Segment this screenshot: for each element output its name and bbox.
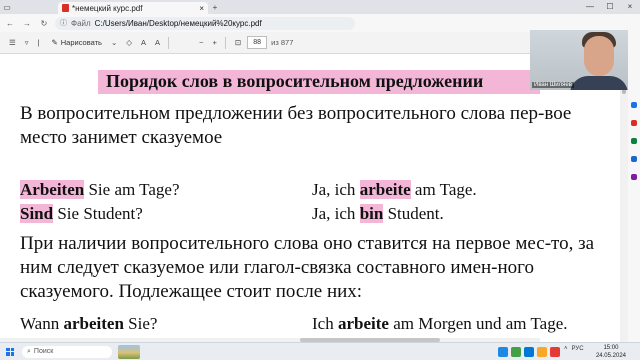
pdf-toolbar: ☰ ▿ | ✎ Нарисовать ⌄ ◇ A A − + ⊡ 88 из 8… (0, 32, 530, 54)
text-icon[interactable]: A (141, 38, 146, 47)
example-question-1: Arbeiten Sie am Tage? (20, 180, 180, 200)
app-icon[interactable] (524, 347, 534, 357)
divider (224, 36, 226, 49)
zoom-out-button[interactable]: − (199, 38, 203, 47)
example-text: Student. (383, 204, 444, 223)
fit-page-icon[interactable]: ⊡ (235, 38, 241, 47)
example-text: am Morgen und am Tage. (388, 314, 568, 333)
browser-sidebar (628, 32, 640, 342)
clock-time: 15:00 (603, 345, 619, 351)
close-window-button[interactable]: × (620, 0, 640, 14)
forward-button[interactable]: → (21, 19, 33, 28)
minimize-button[interactable]: — (580, 0, 600, 14)
example-verb-highlight: arbeite (359, 180, 411, 199)
example-question-2: Sind Sie Student? (20, 204, 143, 224)
webcam-person (584, 36, 614, 76)
example-verb-highlight: Arbeiten (20, 180, 85, 199)
tab-active[interactable]: *немецкий курс.pdf × (58, 2, 208, 14)
example-text: Ja, ich (312, 204, 360, 223)
windows-icon (6, 347, 14, 356)
example-verb-bold: arbeite (337, 314, 389, 333)
webcam-person (570, 76, 628, 90)
page-number-input[interactable]: 88 (247, 36, 268, 49)
example-text: Ja, ich (312, 180, 360, 199)
start-button[interactable] (2, 343, 18, 360)
pdf-page: Порядок слов в вопросительном предложени… (0, 54, 620, 342)
example-answer-2: Ja, ich bin Student. (312, 204, 444, 224)
url-text: C:/Users/Иван/Desktop/немецкий%20курс.pd… (94, 18, 262, 28)
highlight-icon[interactable]: ▿ (25, 38, 29, 47)
page-heading: Порядок слов в вопросительном предложени… (106, 71, 484, 91)
taskbar-apps (498, 347, 560, 357)
tab-title: *немецкий курс.pdf (72, 3, 143, 13)
app-icon[interactable] (550, 347, 560, 357)
example-text: Wann (20, 314, 64, 333)
webcam-overlay: Иван Шиляев (530, 30, 628, 90)
sidebar-outlook-icon[interactable] (631, 174, 637, 180)
search-icon: ⌕ (27, 347, 31, 355)
pdf-file-icon (62, 4, 69, 12)
page-total: из 877 (271, 38, 294, 47)
separator: | (37, 38, 40, 47)
draw-button[interactable]: ✎ Нарисовать (51, 38, 102, 47)
clock[interactable]: 15:00 24.05.2024 (596, 344, 626, 360)
chevron-down-icon[interactable]: ⌄ (111, 38, 117, 47)
tab-actions-icon[interactable]: ▭ (0, 0, 14, 14)
url-field[interactable]: ⓘ Файл C:/Users/Иван/Desktop/немецкий%20… (55, 16, 355, 30)
example-verb-highlight: bin (359, 204, 384, 223)
read-aloud-icon[interactable]: A (155, 38, 160, 47)
webcam-name-label: Иван Шиляев (532, 82, 574, 88)
example-text: Sie Student? (53, 204, 143, 223)
zoom-in-button[interactable]: + (212, 38, 216, 47)
sidebar-tools-icon[interactable] (631, 138, 637, 144)
clock-date: 24.05.2024 (595, 353, 626, 359)
example-verb-bold: arbeiten (63, 314, 124, 333)
example-text: am Tage. (410, 180, 477, 199)
screen: ▭ *немецкий курс.pdf × + — ☐ × ← → ↻ ⓘ Ф… (0, 0, 640, 360)
language-indicator[interactable]: РУС (572, 346, 584, 352)
eraser-icon[interactable]: ◇ (126, 38, 132, 47)
app-icon[interactable] (498, 347, 508, 357)
example-text: Sie am Tage? (84, 180, 180, 199)
back-button[interactable]: ← (4, 19, 16, 28)
chevron-up-icon[interactable]: ˄ (564, 346, 568, 352)
search-placeholder: Поиск (33, 348, 54, 355)
app-icon[interactable] (511, 347, 521, 357)
taskbar-search[interactable]: ⌕ Поиск (22, 345, 112, 358)
taskbar: ⌕ Поиск ˄ РУС 15:00 24.05.2024 (0, 342, 640, 360)
app-icon[interactable] (537, 347, 547, 357)
window-controls: — ☐ × (580, 0, 640, 14)
divider (168, 36, 170, 49)
file-scheme-label: Файл (71, 18, 91, 28)
draw-label: Нарисовать (60, 38, 102, 47)
example-verb-highlight: Sind (20, 204, 54, 223)
new-tab-button[interactable]: + (208, 3, 222, 12)
vertical-scrollbar[interactable] (620, 54, 628, 342)
sidebar-office-icon[interactable] (631, 156, 637, 162)
sidebar-shopping-icon[interactable] (631, 120, 637, 126)
paragraph-2: При наличии вопросительного слова оно ст… (20, 233, 595, 302)
system-tray: ˄ РУС (564, 346, 584, 352)
paragraph-1: В вопросительном предложении без вопроси… (20, 103, 572, 148)
reload-button[interactable]: ↻ (38, 19, 50, 28)
draw-icon: ✎ (51, 38, 58, 47)
contents-icon[interactable]: ☰ (9, 38, 16, 47)
example-answer-3: Ich arbeite am Morgen und am Tage. (312, 314, 568, 334)
example-question-3: Wann arbeiten Sie? (20, 314, 157, 334)
example-text: Ich (312, 314, 338, 333)
maximize-button[interactable]: ☐ (600, 0, 620, 14)
widgets-icon[interactable] (118, 344, 140, 359)
tab-close-button[interactable]: × (199, 4, 204, 13)
file-info-icon: ⓘ (60, 20, 67, 27)
example-text: Sie? (123, 314, 158, 333)
tab-strip: ▭ *немецкий курс.pdf × + — ☐ × (0, 0, 640, 14)
sidebar-search-icon[interactable] (631, 102, 637, 108)
example-answer-1: Ja, ich arbeite am Tage. (312, 180, 477, 200)
